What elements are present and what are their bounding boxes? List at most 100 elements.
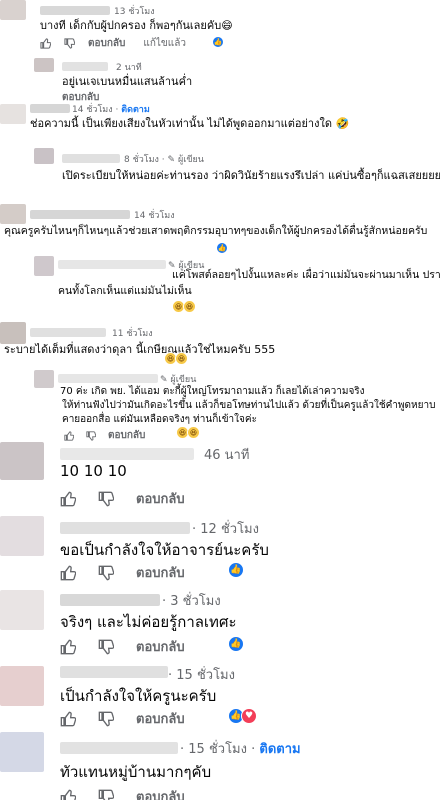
author-name-redacted[interactable] <box>60 666 168 678</box>
comment-text-line-2: ให้ท่านฟังไปว่ามันเกิดอะไรขึ้น แล้วก็ขอโ… <box>62 400 436 411</box>
comment-text-line-3: คายออกสื่อ แต่มันเหลือดจริงๆ ท่านก็เข้าใ… <box>62 414 257 425</box>
comment-text: 10 10 10 <box>60 462 127 480</box>
reaction-summary[interactable]: 👍 <box>212 36 224 48</box>
author-name-redacted[interactable] <box>62 62 108 71</box>
reply-button[interactable]: ตอบกลับ <box>136 708 185 729</box>
comment-timestamp[interactable]: · 15 ชั่วโมง <box>168 666 235 685</box>
comment-text: ระบายได้เต็มที่แสดงว่าดุลา นี้เกษียณแล้ว… <box>4 343 276 356</box>
avatar[interactable] <box>34 58 54 72</box>
like-icon[interactable] <box>60 639 76 655</box>
follow-button[interactable]: ติดตาม <box>259 742 300 757</box>
avatar[interactable] <box>0 666 44 706</box>
comment-actions: ตอบกลับ <box>60 636 185 657</box>
comment-8: 46 นาที 10 10 10 ตอบกลับ <box>0 442 440 516</box>
avatar[interactable] <box>34 370 54 388</box>
dislike-icon[interactable] <box>98 565 114 581</box>
like-icon[interactable] <box>60 565 76 581</box>
comment-0: 13 ชั่วโมง บางที เด็กกับผู้ปกครอง ก็พอๆก… <box>0 0 440 58</box>
author-badge-icon: ✎ <box>167 155 176 165</box>
author-name-redacted[interactable] <box>30 104 70 113</box>
comment-timestamp[interactable]: · 12 ชั่วโมง <box>192 518 259 539</box>
reply-button[interactable]: ตอบกลับ <box>136 636 185 657</box>
author-name-redacted[interactable] <box>60 742 178 754</box>
comment-text-line-1: 70 ค่ะ เกิด พย. ได้แอม ตะกี้ผู้ใหญ่โทรมา… <box>60 386 365 397</box>
comment-5: ✎ ผู้เขียน แค่โพสต์ลอยๆไปงั้นแหละค่ะ เผื… <box>0 256 440 320</box>
comment-10: · 3 ชั่วโมง จริงๆ และไม่ค่อยรู้กาลเทศะ ต… <box>0 590 440 666</box>
dislike-icon[interactable] <box>98 639 114 655</box>
author-name-redacted[interactable] <box>58 260 166 269</box>
comment-12: · 15 ชั่วโมง · ติดตาม ทัวแทนหมู่บ้านมากๆ… <box>0 732 440 800</box>
reply-button[interactable]: ตอบกลับ <box>62 90 99 102</box>
author-name-redacted[interactable] <box>30 328 106 337</box>
author-name-redacted[interactable] <box>60 448 194 460</box>
reaction-summary[interactable]: 👍 <box>228 562 244 578</box>
comment-9: · 12 ชั่วโมง ขอเป็นกำลังใจให้อาจารย์นะคร… <box>0 516 440 590</box>
comment-text: ขอเป็นกำลังใจให้อาจารย์นะครับ <box>60 541 269 559</box>
comment-timestamp[interactable]: 8 ชั่วโมง · ✎ ผู้เขียน <box>124 152 204 166</box>
comment-text: แค่โพสต์ลอยๆไปงั้นแหละค่ะ เผื่อว่าแม่มัน… <box>172 269 440 281</box>
comment-timestamp[interactable]: · 15 ชั่วโมง · ติดตาม <box>180 738 301 759</box>
comment-text: เป็นกำลังใจให้ครูนะครับ <box>60 687 217 705</box>
comment-text: ช่อความนี้ เป็นเพียงเสียงในหัวเท่านั้น ไ… <box>30 117 350 130</box>
reply-button[interactable]: ตอบกลับ <box>108 428 145 443</box>
comment-actions: ตอบกลับ <box>64 428 145 443</box>
avatar[interactable] <box>34 148 54 164</box>
author-name-redacted[interactable] <box>62 154 120 163</box>
haha-reaction-icon: 😆 <box>187 426 200 439</box>
author-name-redacted[interactable] <box>58 374 158 383</box>
love-reaction-icon: ♥ <box>241 708 257 724</box>
comment-text-line-2: คนทั้งโลกเห็นแต่แม่มันไม่เห็น <box>58 285 192 297</box>
dislike-icon[interactable] <box>86 430 96 441</box>
reply-button[interactable]: ตอบกลับ <box>136 562 185 583</box>
avatar[interactable] <box>34 256 54 276</box>
author-name-redacted[interactable] <box>60 594 160 606</box>
like-icon[interactable] <box>60 789 76 800</box>
avatar[interactable] <box>0 732 44 772</box>
comment-1: 2 นาที อยู่เนเจเบนหมื่นแสนล้านค่ำ ตอบกลั… <box>0 58 440 102</box>
comment-timestamp[interactable]: 14 ชั่วโมง <box>134 208 175 222</box>
like-icon[interactable] <box>64 430 74 441</box>
comment-actions: ตอบกลับ <box>62 90 99 102</box>
reaction-summary[interactable]: 👍 <box>228 636 244 652</box>
comment-4: 14 ชั่วโมง คุณครูครับไหนๆก็ไหนๆแล้วช่วยเ… <box>0 204 440 256</box>
author-name-redacted[interactable] <box>60 522 190 534</box>
like-icon[interactable] <box>60 491 76 507</box>
like-icon[interactable] <box>40 38 51 49</box>
dislike-icon[interactable] <box>98 789 114 800</box>
avatar[interactable] <box>0 590 44 630</box>
comment-11: · 15 ชั่วโมง เป็นกำลังใจให้ครูนะครับ ตอบ… <box>0 666 440 732</box>
like-reaction-icon: 👍 <box>212 36 224 48</box>
haha-reaction-icon: 😆 <box>183 300 196 313</box>
comment-7: ✎ ผู้เขียน 70 ค่ะ เกิด พย. ได้แอม ตะกี้ผ… <box>0 368 440 444</box>
avatar[interactable] <box>0 0 26 20</box>
comment-text: ทัวแทนหมู่บ้านมากๆคับ <box>60 763 212 781</box>
like-reaction-icon: 👍 <box>228 562 244 578</box>
reaction-summary[interactable]: 👍 ♥ <box>228 708 257 724</box>
comment-text: อยู่เนเจเบนหมื่นแสนล้านค่ำ <box>62 75 193 88</box>
author-name-redacted[interactable] <box>30 210 130 219</box>
comment-timestamp[interactable]: · 3 ชั่วโมง <box>162 590 221 611</box>
comment-timestamp[interactable]: 46 นาที <box>204 444 249 465</box>
reaction-summary[interactable]: 😆 😆 <box>172 300 196 313</box>
dislike-icon[interactable] <box>98 711 114 727</box>
comment-text: จริงๆ และไม่ค่อยรู้กาลเทศะ <box>60 613 237 631</box>
like-reaction-icon: 👍 <box>228 636 244 652</box>
dislike-icon[interactable] <box>64 38 75 49</box>
avatar[interactable] <box>0 204 26 224</box>
comment-actions: ตอบกลับ <box>60 488 185 509</box>
avatar[interactable] <box>0 442 44 480</box>
reply-button[interactable]: ตอบกลับ <box>136 786 185 800</box>
reaction-summary[interactable]: 😆 😆 <box>176 426 200 439</box>
reply-button[interactable]: ตอบกลับ <box>88 36 125 51</box>
dislike-icon[interactable] <box>98 491 114 507</box>
avatar[interactable] <box>0 516 44 556</box>
avatar[interactable] <box>0 104 26 124</box>
comment-actions: ตอบกลับ <box>60 786 185 800</box>
like-icon[interactable] <box>60 711 76 727</box>
comment-timestamp[interactable]: 11 ชั่วโมง <box>112 326 153 340</box>
reaction-summary[interactable]: 😆 😆 <box>164 352 188 365</box>
reply-button[interactable]: ตอบกลับ <box>136 488 185 509</box>
reaction-summary[interactable]: 👍 <box>216 242 228 254</box>
like-reaction-icon: 👍 <box>216 242 228 254</box>
author-name-redacted[interactable] <box>40 6 110 15</box>
